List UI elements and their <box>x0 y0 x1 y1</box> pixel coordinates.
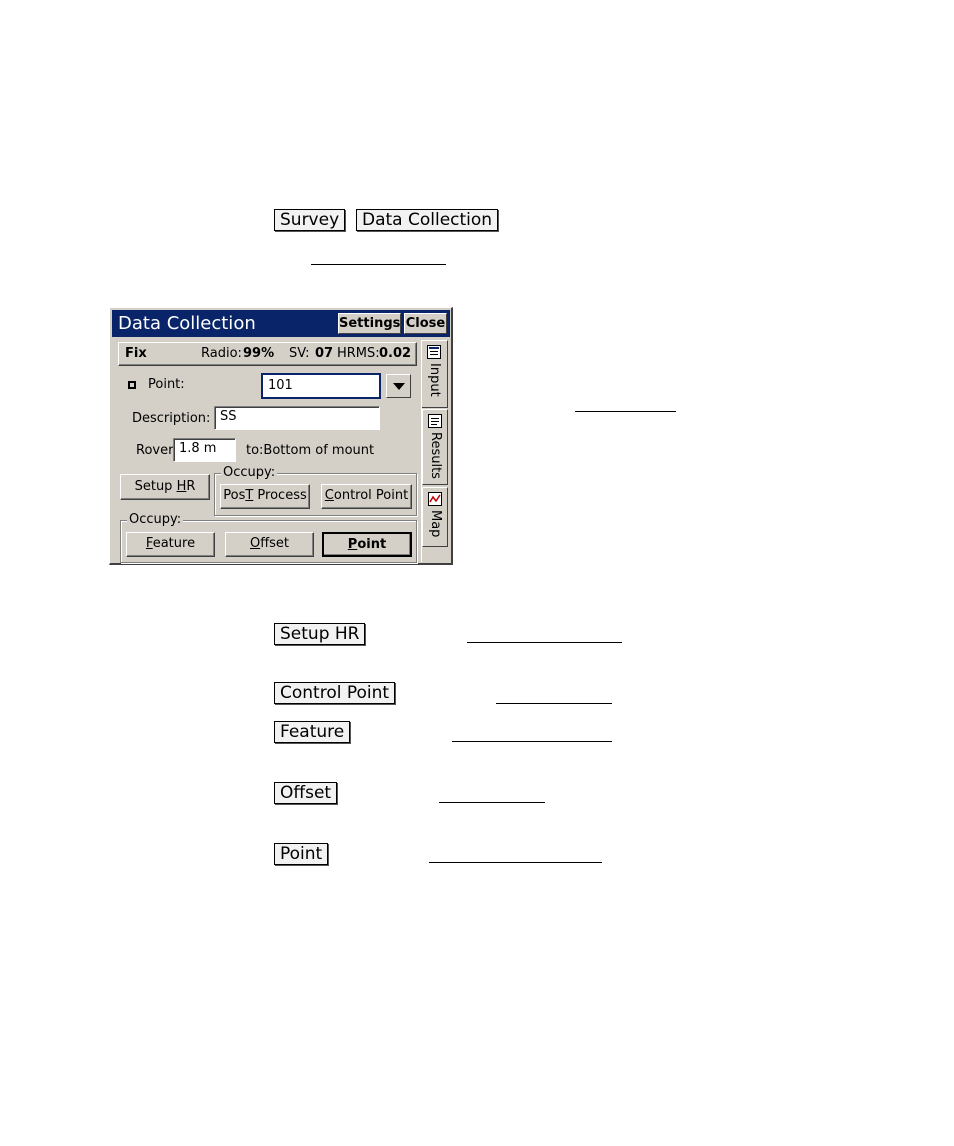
post-process-button[interactable]: PosT Process <box>220 484 310 509</box>
point-label-accel: P <box>347 537 358 552</box>
offset-label-post: ffset <box>260 536 290 551</box>
occupy-group-top: Occupy: PosT Process Control Point <box>214 466 417 516</box>
description-input[interactable]: SS <box>214 406 380 430</box>
fix-status: Fix <box>125 346 147 361</box>
point-button-label: Point <box>274 843 329 865</box>
control-point-label-post: ontrol Point <box>333 488 409 503</box>
post-process-label-pre: Pos <box>223 488 246 503</box>
feature-button[interactable]: Feature <box>126 532 215 557</box>
underline-blank <box>452 741 612 742</box>
radio-label: Radio: <box>201 346 242 361</box>
map-icon <box>428 492 442 506</box>
occupy-group-bottom: Occupy: Feature Offset Point <box>120 513 417 563</box>
survey-button-label: Survey <box>274 209 346 231</box>
post-process-label-post: Process <box>253 488 307 503</box>
setup-hr-label-post: R <box>186 479 196 494</box>
hrms-value: 0.02 <box>379 346 412 361</box>
feature-label-post: eature <box>152 536 196 551</box>
feature-button-label: Feature <box>274 721 351 743</box>
point-dropdown-button[interactable] <box>386 374 411 398</box>
tab-input-label: Input <box>427 363 442 397</box>
underline-blank <box>575 411 676 412</box>
setup-hr-button[interactable]: Setup HR <box>120 474 210 500</box>
sv-label: SV: <box>289 346 310 361</box>
occupy-group-top-label: Occupy: <box>221 465 278 480</box>
data-collection-button-label: Data Collection <box>356 209 499 231</box>
setup-hr-button-label: Setup HR <box>274 623 366 645</box>
underline-blank <box>467 642 622 643</box>
rover-height-input[interactable]: 1.8 m <box>173 438 236 462</box>
title-bar: Data Collection Settings Close <box>112 310 450 337</box>
tab-results-label: Results <box>428 432 443 479</box>
tab-divider <box>421 340 422 562</box>
close-button[interactable]: Close <box>404 313 447 334</box>
settings-button[interactable]: Settings <box>338 313 401 334</box>
tab-input[interactable]: Input <box>422 340 448 408</box>
offset-button-label: Offset <box>274 782 338 804</box>
control-point-label-accel: C <box>324 488 334 503</box>
description-label: Description: <box>132 411 211 426</box>
setup-hr-label-pre: Setup <box>134 479 177 494</box>
underline-blank <box>439 802 545 803</box>
sv-value: 07 <box>315 346 334 361</box>
point-label: Point: <box>148 377 185 392</box>
underline-blank <box>311 264 446 265</box>
occupy-group-bottom-label: Occupy: <box>127 512 184 527</box>
form-icon <box>427 345 441 359</box>
control-point-button-label: Control Point <box>274 682 396 704</box>
status-bar-button[interactable]: Fix Radio: 99% SV: 07 HRMS: 0.02 <box>118 342 417 366</box>
data-collection-screenshot: Data Collection Settings Close Fix Radio… <box>109 307 453 565</box>
rover-label: Rover: <box>136 443 178 458</box>
setup-hr-label-accel: H <box>176 479 187 494</box>
hrms-label: HRMS: <box>337 346 380 361</box>
point-label-post: oint <box>357 537 387 552</box>
offset-label-accel: O <box>249 536 261 551</box>
tab-map-label: Map <box>428 510 443 538</box>
rover-to-text: to:Bottom of mount <box>246 443 375 458</box>
window-title: Data Collection <box>118 313 256 334</box>
underline-blank <box>496 703 612 704</box>
control-point-button[interactable]: Control Point <box>321 484 412 509</box>
underline-blank <box>429 862 602 863</box>
radio-value: 99% <box>243 346 275 361</box>
feature-label-accel: F <box>145 536 153 551</box>
point-bullet-icon <box>128 381 136 389</box>
tab-results[interactable]: Results <box>422 409 448 485</box>
document-icon <box>428 414 442 428</box>
tab-map[interactable]: Map <box>422 487 448 547</box>
point-button[interactable]: Point <box>322 532 412 557</box>
chevron-down-icon <box>393 383 405 390</box>
offset-button[interactable]: Offset <box>225 532 314 557</box>
point-input[interactable]: 101 <box>261 373 381 399</box>
